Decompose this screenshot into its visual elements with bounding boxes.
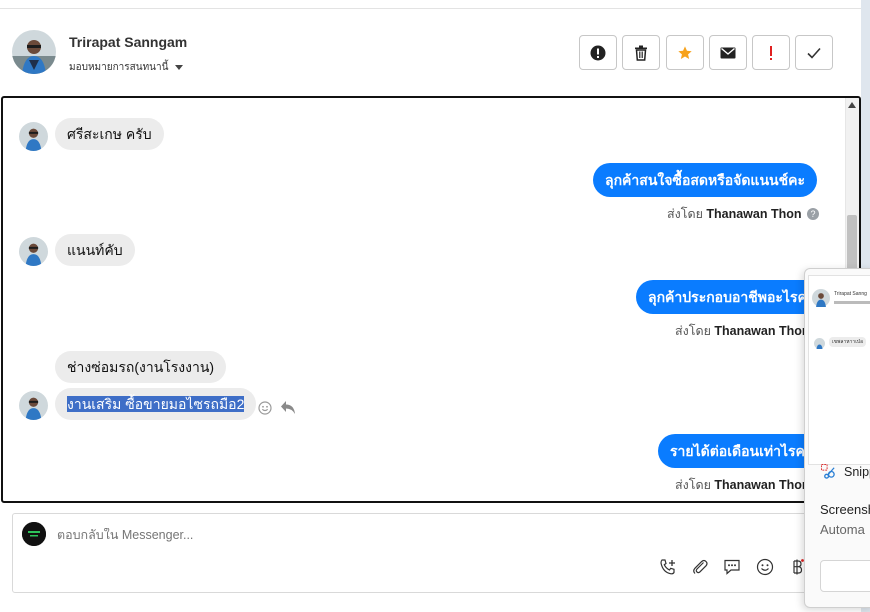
scroll-up-arrow-icon[interactable] — [848, 102, 856, 108]
thumbnail-message-avatar — [814, 338, 825, 349]
page-logo-icon — [22, 522, 46, 546]
selected-text[interactable]: งานเสริม ซื้อขายมอไซรถมือ2 — [67, 396, 245, 412]
reply-arrow-icon[interactable] — [280, 400, 296, 415]
conversation-header: Trirapat Sanngam มอบหมายการสนทนานี้ — [0, 9, 861, 96]
attach-button[interactable] — [689, 556, 711, 578]
assign-conversation-dropdown[interactable]: มอบหมายการสนทนานี้ — [69, 60, 184, 75]
snipping-app-name: Snipp — [844, 464, 870, 479]
sent-by-line: ส่งโดย Thanawan Thon ? — [667, 204, 819, 224]
snipping-app-label: Snipp — [821, 464, 870, 479]
sent-by-label: ส่งโดย — [675, 478, 711, 492]
inbox-app: Trirapat Sanngam มอบหมายการสนทนานี้ ศรีส… — [0, 0, 861, 612]
assign-label: มอบหมายการสนทนานี้ — [69, 62, 169, 73]
notification-subtitle: Automa — [820, 522, 865, 537]
snipping-tool-notification[interactable]: Trirapat Sanng เขพลาหาาเป่อ Snipp Screen… — [804, 268, 870, 608]
quick-reply-button[interactable] — [721, 556, 743, 578]
incoming-message[interactable]: ศรีสะเกษ ครับ — [55, 118, 164, 150]
baht-icon — [793, 559, 804, 575]
incoming-message[interactable]: แนนท์คับ — [55, 234, 135, 266]
screenshot-thumbnail[interactable]: Trirapat Sanng เขพลาหาาเป่อ — [808, 275, 870, 465]
contact-name: Trirapat Sanngam — [69, 34, 188, 50]
outgoing-message[interactable]: ลุกค้าสนใจซื้อสดหรือจัดแนนช์คะ — [593, 163, 817, 197]
quick-reply-icon — [724, 559, 740, 575]
caret-down-icon — [175, 65, 184, 70]
trash-icon — [635, 45, 647, 61]
contact-avatar[interactable] — [12, 30, 56, 74]
sender-name: Thanawan Thon — [714, 478, 810, 492]
paperclip-icon — [693, 559, 708, 574]
phone-add-button[interactable] — [657, 556, 679, 578]
sent-by-label: ส่งโดย — [667, 207, 703, 221]
outgoing-message[interactable]: ลุกค้าประกอบอาชีพอะไรคะ — [636, 280, 827, 314]
check-icon — [807, 47, 821, 59]
sender-name: Thanawan Thon — [714, 324, 810, 338]
notification-title: Screensh — [820, 502, 870, 517]
reply-input[interactable] — [57, 528, 557, 542]
mark-unread-button[interactable] — [709, 35, 747, 70]
emoji-icon — [756, 558, 774, 576]
delete-button[interactable] — [622, 35, 660, 70]
scroll-thumb[interactable] — [847, 215, 857, 275]
sender-name: Thanawan Thon — [706, 207, 802, 221]
important-icon — [770, 45, 772, 60]
reply-box — [12, 513, 812, 593]
phone-add-icon — [660, 559, 675, 575]
thumbnail-contact-name: Trirapat Sanng — [834, 291, 867, 297]
message-thread[interactable]: ศรีสะเกษ ครับ ลุกค้าสนใจซื้อสดหรือจัดแนน… — [1, 96, 861, 503]
alert-circle-icon — [590, 45, 606, 60]
incoming-message[interactable]: ช่างซ่อมรถ(งานโรงงาน) — [55, 351, 227, 383]
sent-by-line: ส่งโดย Thanawan Thon — [675, 321, 810, 341]
sent-by-label: ส่งโดย — [675, 324, 711, 338]
star-icon — [678, 45, 692, 59]
notification-action-button[interactable] — [820, 560, 870, 592]
contact-avatar-small — [19, 237, 48, 266]
incoming-message[interactable]: งานเสริม ซื้อขายมอไซรถมือ2 — [55, 388, 257, 420]
sent-by-line: ส่งโดย Thanawan Thon — [675, 475, 810, 495]
star-button[interactable] — [666, 35, 704, 70]
mark-spam-button[interactable] — [579, 35, 617, 70]
mark-important-button[interactable] — [752, 35, 790, 70]
mail-icon — [720, 47, 736, 58]
emoji-button[interactable] — [754, 556, 776, 578]
page-avatar — [22, 522, 46, 546]
contact-avatar-small — [19, 391, 48, 420]
outgoing-message[interactable]: รายได้ต่อเดือนเท่าไรคะ — [658, 434, 825, 468]
thumbnail-avatar — [812, 289, 830, 307]
thumbnail-line — [834, 301, 870, 304]
help-icon[interactable]: ? — [807, 208, 819, 220]
react-emoji-icon[interactable] — [258, 401, 272, 415]
snipping-tool-icon — [821, 464, 835, 479]
mark-done-button[interactable] — [795, 35, 833, 70]
thumbnail-message: เขพลาหาาเป่อ — [829, 337, 867, 347]
contact-avatar-small — [19, 122, 48, 151]
